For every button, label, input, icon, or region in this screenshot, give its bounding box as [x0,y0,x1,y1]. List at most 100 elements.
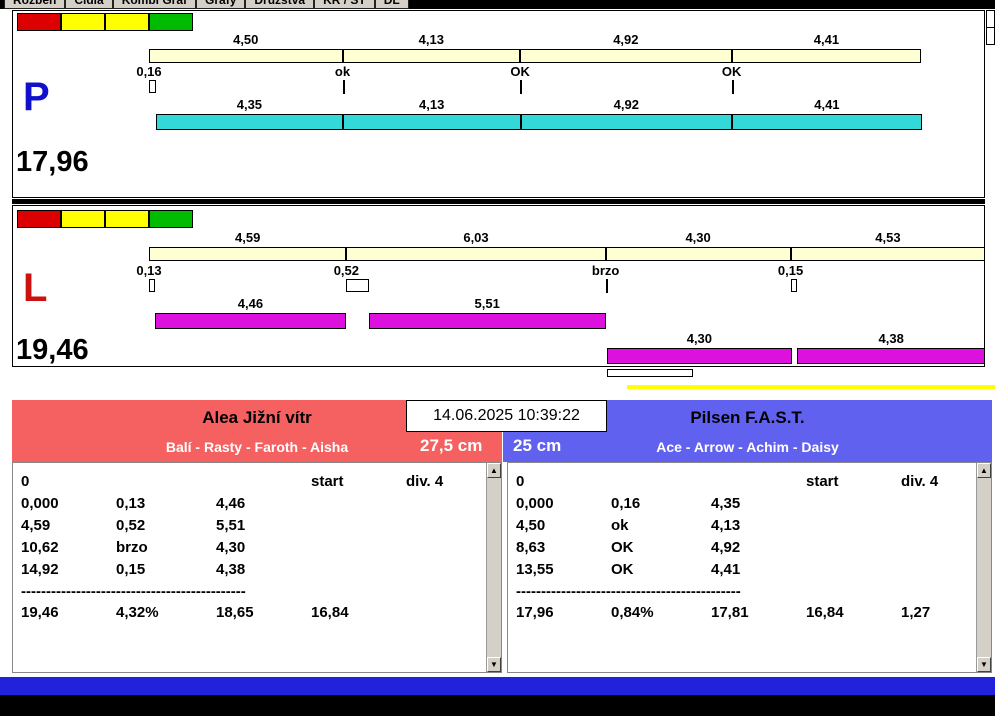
status-square-red [17,210,61,228]
dog-run-bar [797,348,986,364]
table-cell [806,515,901,537]
table-cell: 4,13 [711,517,741,534]
lane-separator [12,199,985,204]
tab-kombi-graf[interactable]: Kombi Graf [112,0,197,9]
table-cell: 8,63 [516,539,546,556]
scroll-down-icon[interactable]: ▼ [487,657,501,672]
table-cell [406,515,483,537]
tab--idla[interactable]: Čidla [65,0,113,9]
status-square-yellow [105,13,149,31]
table-cell [711,471,806,493]
split-time-label: 4,41 [813,32,840,47]
lane-panel-right: P 17,96 4,50 4,13 4,92 4,41 0,16 ok OK OK 4,35 4,… [12,10,985,198]
dog-run-bar [154,313,347,329]
crossing-label: OK [510,64,530,79]
dog-time-label: 5,51 [474,296,500,311]
lane-letter: L [23,266,48,310]
table-row: 8,63 OK 4,92 [516,537,973,559]
crossing-label: 0,16 [136,64,162,79]
table-cell [406,602,483,624]
table-cell [901,537,973,559]
table-cell [311,559,406,581]
ruler-segment [790,247,986,261]
table-cell: 0,000 [516,495,554,512]
split-time-label: 4,30 [685,230,711,245]
dog-run-bar [342,114,521,130]
splits-list-left[interactable]: 0 start div. 4 0,000 0,13 4,46 4,59 0,52 5,51 10,… [12,462,502,673]
table-cell: 18,65 [216,604,254,621]
splits-list-body: 0 start div. 4 0,000 0,16 4,35 4,50 ok 4,13 8,63 O… [516,471,973,668]
table-cell [311,515,406,537]
table-cell: 13,55 [516,561,554,578]
dog-time-label: 4,46 [237,296,264,311]
app-window: Rozběh Čidla Kombi Graf Grafy Družstva KR / S… [0,0,995,716]
table-cell: 17,81 [711,604,749,621]
table-cell: 4,38 [216,561,246,578]
tab-bar: Rozběh Čidla Kombi Graf Grafy Družstva KR / S… [0,0,995,9]
table-cell [901,493,973,515]
scroll-up-icon[interactable]: ▲ [977,463,991,478]
table-cell: start [311,473,344,490]
scrollbar[interactable]: ▲ ▼ [976,463,991,672]
table-cell: 16,84 [806,604,844,621]
lane-letter: P [23,75,50,119]
crossing-box [790,279,797,292]
table-row: 4,50 ok 4,13 [516,515,973,537]
crossing-label: 0,52 [333,263,360,278]
dog-run-bar [368,313,606,329]
table-cell: 4,46 [216,495,246,512]
corner-box [986,10,995,28]
table-cell [901,515,973,537]
table-cell: 0,13 [116,495,146,512]
dog-run-bar [520,114,733,130]
progress-rect [607,369,693,377]
table-cell: 0,84% [611,604,654,621]
table-cell: 1,27 [901,604,931,621]
table-cell: 0,52 [116,517,146,534]
list-separator: ----------------------------------------… [21,583,246,600]
tab-bar-tabs: Rozběh Čidla Kombi Graf Grafy Družstva KR / S… [4,0,409,9]
table-cell: OK [611,561,634,578]
crossing-label: brzo [591,263,620,278]
crossing-tick [342,80,345,94]
table-cell: 0 [516,473,525,490]
table-cell: 17,96 [516,604,554,621]
yellow-indicator-line [627,385,995,389]
table-cell: OK [611,539,634,556]
table-cell: div. 4 [901,473,939,490]
status-square-yellow [61,13,105,31]
tab-kr-st[interactable]: KR / ST [314,0,375,9]
table-cell [311,537,406,559]
dog-time-label: 4,41 [814,97,840,112]
split-time-label: 4,59 [235,230,261,245]
tab-dru-stva[interactable]: Družstva [245,0,315,9]
crossing-label: 0,13 [136,263,162,278]
table-cell: 19,46 [21,604,59,621]
table-row: 0,000 0,16 4,35 [516,493,973,515]
scrollbar[interactable]: ▲ ▼ [486,463,501,672]
jump-height: 25 cm [513,436,562,455]
ruler-segment [520,49,732,63]
team-dogs: Ace - Arrow - Achim - Daisy [656,439,839,455]
table-cell: 0,000 [21,495,59,512]
table-cell [901,559,973,581]
status-square-yellow [105,210,149,228]
split-time-label: 4,13 [418,32,444,47]
scroll-down-icon[interactable]: ▼ [977,657,991,672]
splits-list-body: 0 start div. 4 0,000 0,13 4,46 4,59 0,52 5,51 10,… [21,471,483,668]
table-row: 0 start div. 4 [21,471,483,493]
tab-rozb-h[interactable]: Rozběh [4,0,66,9]
table-cell: 0 [21,473,30,490]
ruler-segment [346,247,606,261]
tab-grafy[interactable]: Grafy [196,0,246,9]
crossing-label: 0,15 [777,263,804,278]
crossing-box [346,279,369,292]
scroll-up-icon[interactable]: ▲ [487,463,501,478]
dog-run-bar [606,348,792,364]
dog-time-label: 4,38 [878,331,904,346]
split-time-label: 6,03 [463,230,489,245]
splits-list-right[interactable]: 0 start div. 4 0,000 0,16 4,35 4,50 ok 4,13 8,63 O… [507,462,992,673]
tab-dl[interactable]: DL [374,0,409,9]
status-square-red [17,13,61,31]
table-cell: 4,30 [216,539,246,556]
